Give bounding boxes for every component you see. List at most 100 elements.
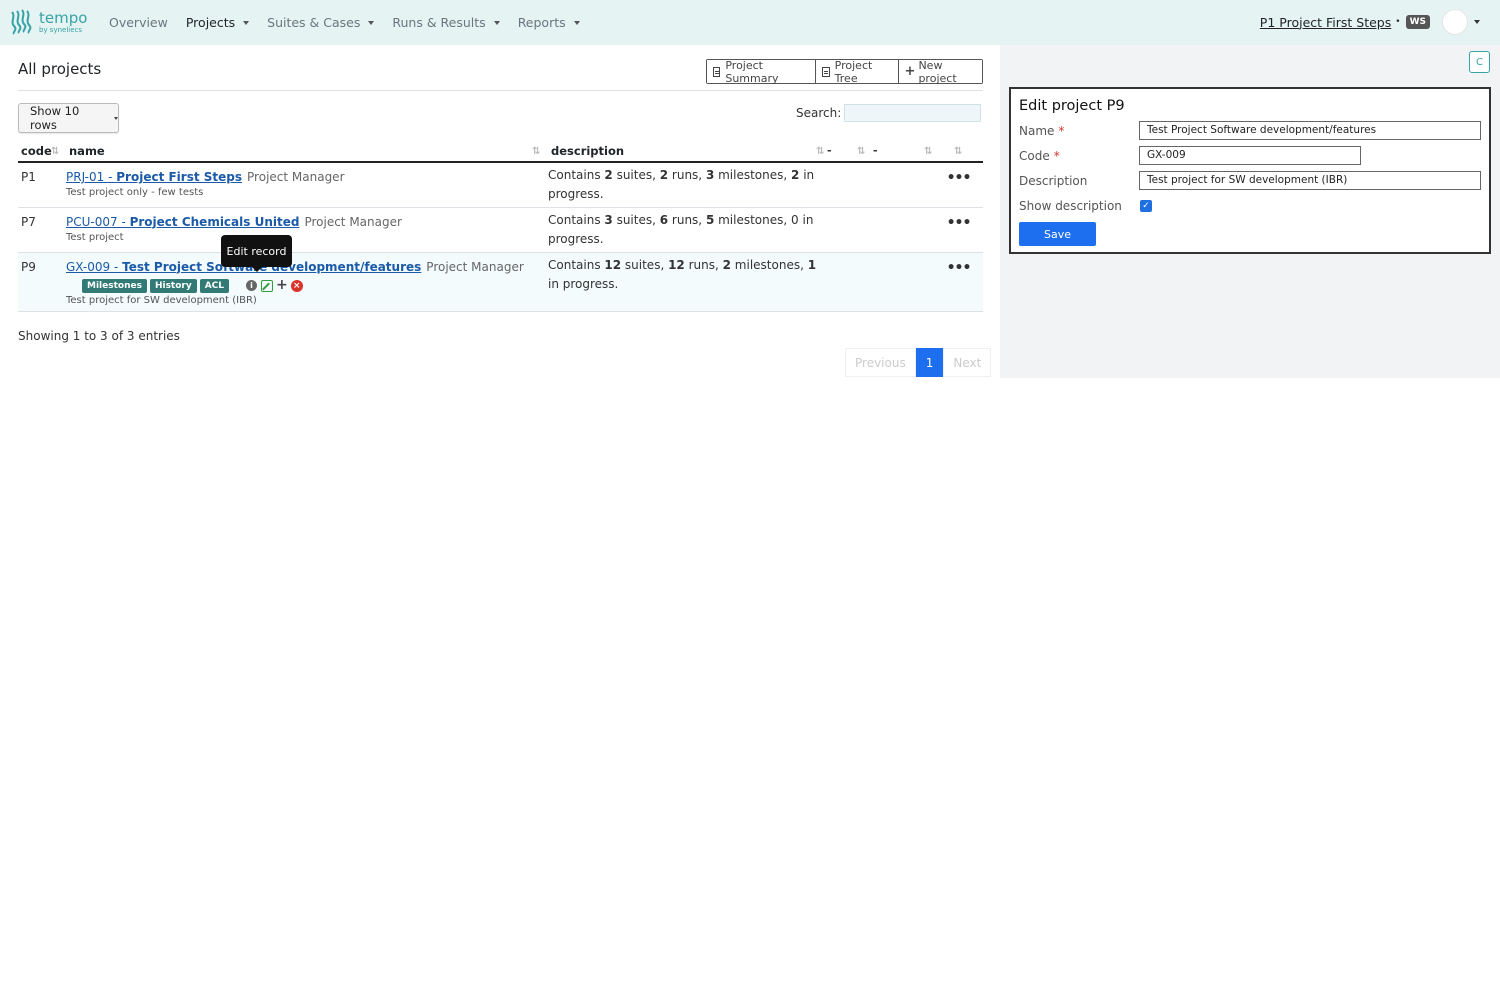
project-subdescription: Test project for SW development (IBR) (66, 294, 257, 306)
new-project-button[interactable]: + New project (898, 59, 982, 85)
chevron-down-icon (573, 20, 580, 25)
main-nav: Overview Projects Suites & Cases Runs & … (109, 0, 598, 45)
name-field[interactable]: Test Project Software development/featur… (1139, 121, 1481, 140)
edit-icon[interactable] (261, 279, 274, 292)
cell-name: PCU-007 - Project Chemicals United Projec… (66, 207, 548, 253)
project-subdescription: Test project only - few tests (66, 187, 204, 198)
collapse-button[interactable]: C (1469, 51, 1490, 73)
record-icons: i + × (246, 278, 303, 292)
current-project-link[interactable]: P1 Project First Steps (1260, 15, 1391, 30)
previous-page-button[interactable]: Previous (845, 348, 916, 377)
cell-extra (818, 162, 866, 208)
show-description-label: Show description (1019, 199, 1122, 213)
cell-code: P9 (18, 252, 66, 312)
chevron-down-icon[interactable] (1474, 20, 1480, 24)
cell-code: P1 (18, 162, 66, 208)
document-icon (822, 66, 830, 77)
nav-suites-cases[interactable]: Suites & Cases (267, 15, 375, 30)
name-label: Name * (1019, 124, 1065, 138)
divider (18, 90, 983, 91)
table-row[interactable]: P1 PRJ-01 - Project First Steps Project M… (18, 162, 983, 208)
save-button[interactable]: Save (1019, 222, 1096, 246)
workspace-badge[interactable]: WS (1405, 15, 1430, 29)
nav-overview[interactable]: Overview (109, 15, 168, 30)
acl-tag[interactable]: ACL (199, 278, 230, 293)
milestones-tag[interactable]: Milestones (82, 278, 147, 293)
cell-name: PRJ-01 - Project First Steps Project Mana… (66, 162, 548, 208)
sort-icon[interactable]: ⇅ (857, 146, 865, 157)
cell-description: Contains 2 suites, 2 runs, 3 milestones,… (548, 162, 818, 208)
role-label: Project Manager (304, 214, 402, 229)
cell-extra (866, 252, 934, 312)
description-label: Description (1019, 174, 1088, 188)
app-logo[interactable]: tempo by syneliecs (8, 8, 87, 36)
show-description-checkbox[interactable]: ✓ (1140, 200, 1152, 212)
delete-icon[interactable]: × (290, 279, 303, 292)
col-actions[interactable]: ⇅ (934, 141, 983, 163)
table-row[interactable]: P9 GX-009 - Test Project Software develo… (18, 252, 983, 312)
page-title: All projects (18, 60, 102, 78)
nav-runs-results[interactable]: Runs & Results (392, 15, 500, 30)
project-tree-button[interactable]: Project Tree (816, 59, 899, 85)
document-icon (713, 66, 721, 77)
edit-form-title: Edit project P9 (1019, 98, 1125, 114)
cell-extra (818, 252, 866, 312)
pagination: Previous 1 Next (845, 348, 992, 377)
add-icon[interactable]: + (276, 278, 288, 292)
history-tag[interactable]: History (149, 278, 197, 293)
description-field[interactable]: Test project for SW development (IBR) (1139, 171, 1481, 190)
chevron-down-icon (493, 20, 500, 25)
page-1-button[interactable]: 1 (915, 348, 944, 377)
next-page-button[interactable]: Next (943, 348, 992, 377)
entries-info: Showing 1 to 3 of 3 entries (18, 329, 180, 343)
side-panel: C Edit project P9 Name * Test Project Sof… (1000, 45, 1500, 378)
row-menu-button[interactable]: ••• (934, 252, 983, 312)
cell-name: GX-009 - Test Project Software developme… (66, 252, 548, 312)
project-link[interactable]: PRJ-01 - Project First Steps (66, 170, 242, 184)
project-link[interactable]: PCU-007 - Project Chemicals United (66, 215, 299, 229)
row-menu-button[interactable]: ••• (934, 207, 983, 253)
code-field[interactable]: GX-009 (1139, 146, 1361, 165)
sort-icon[interactable]: ⇅ (924, 146, 932, 157)
project-summary-button[interactable]: Project Summary (707, 59, 817, 85)
projects-table: code ⇅ name ⇅ description ⇅ - ⇅ - ⇅ ⇅ P1 PRJ-… (18, 141, 983, 312)
role-label: Project Manager (247, 170, 345, 184)
col-code[interactable]: code ⇅ (18, 141, 66, 163)
chevron-down-icon (243, 20, 250, 25)
sort-icon[interactable]: ⇅ (954, 146, 962, 157)
table-row[interactable]: P7 PCU-007 - Project Chemicals United Pro… (18, 207, 983, 253)
edit-project-form: Edit project P9 Name * Test Project Softw… (1009, 87, 1491, 254)
project-subdescription: Test project (66, 231, 124, 243)
search-input[interactable] (844, 104, 981, 122)
info-icon[interactable]: i (246, 280, 258, 291)
sort-icon[interactable]: ⇅ (532, 146, 540, 157)
plus-icon: + (904, 64, 916, 79)
cell-description: Contains 3 suites, 6 runs, 5 milestones,… (548, 207, 818, 253)
cell-description: Contains 12 suites, 12 runs, 2 milestone… (548, 252, 818, 312)
search-label: Search: (796, 106, 842, 120)
col-description[interactable]: description ⇅ (548, 141, 824, 163)
logo-subtitle: by syneliecs (39, 25, 83, 34)
cell-code: P7 (18, 207, 66, 253)
row-menu-button[interactable]: ••• (934, 162, 983, 208)
cell-extra (818, 207, 866, 253)
rows-per-page-dropdown[interactable]: Show 10 rows (18, 103, 119, 133)
table-header-row: code ⇅ name ⇅ description ⇅ - ⇅ - ⇅ ⇅ (18, 141, 983, 163)
user-avatar[interactable] (1442, 9, 1468, 35)
sort-icon[interactable]: ⇅ (51, 146, 59, 157)
logo-wordmark: tempo (39, 8, 88, 27)
nav-projects[interactable]: Projects (186, 15, 250, 30)
chevron-down-icon (368, 20, 375, 25)
nav-reports[interactable]: Reports (518, 15, 580, 30)
code-label: Code * (1019, 149, 1060, 163)
col-name[interactable]: name ⇅ (66, 141, 548, 163)
role-label: Project Manager (426, 259, 524, 274)
edit-record-tooltip: Edit record (221, 235, 292, 272)
tempo-logo-icon (11, 9, 32, 35)
col-extra-1[interactable]: - ⇅ (818, 141, 866, 163)
cell-extra (866, 162, 934, 208)
col-extra-2[interactable]: - ⇅ (866, 141, 934, 163)
separator-dot: • (1395, 17, 1401, 27)
header-button-group: Project Summary Project Tree + New projec… (706, 59, 983, 85)
chevron-down-icon (114, 116, 118, 120)
